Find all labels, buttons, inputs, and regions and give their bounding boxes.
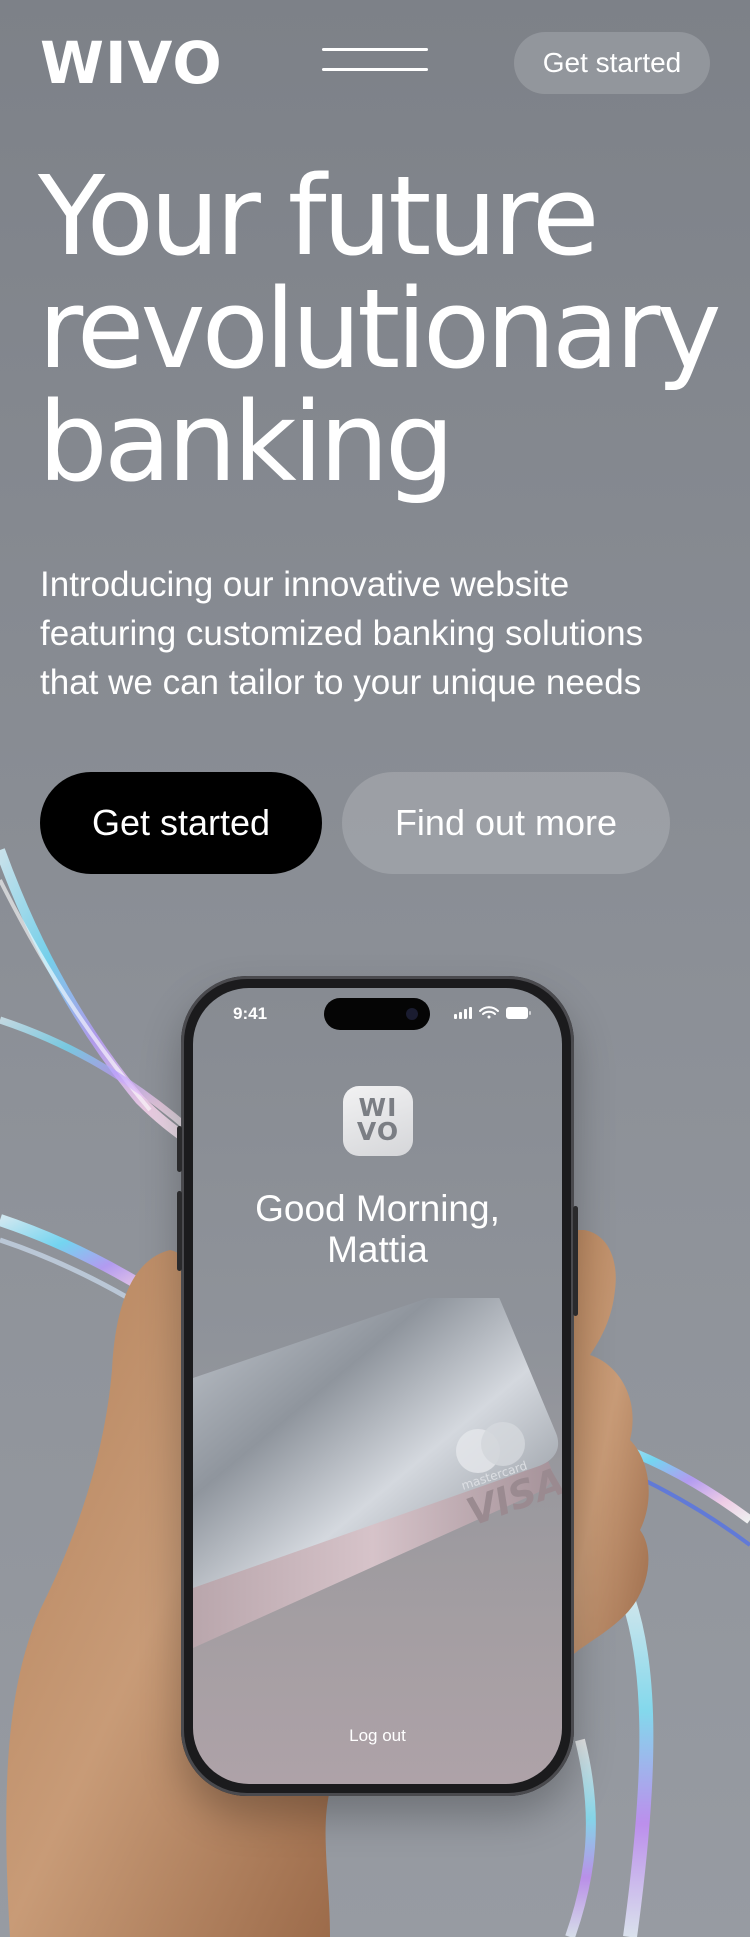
hero-title: Your future revolutionary banking: [38, 152, 722, 506]
landing-page: 9:41 WI VO Good Morning, Mattia VISA mas…: [0, 0, 750, 1937]
wivo-logo[interactable]: WIVO: [40, 30, 223, 96]
greeting-text: Good Morning, Mattia: [255, 1188, 500, 1270]
wivo-app-logo: WI VO: [343, 1086, 413, 1156]
logout-button[interactable]: Log out: [193, 1726, 562, 1746]
hero-description: Introducing our innovative website featu…: [40, 565, 644, 702]
battery-icon: [506, 1007, 531, 1019]
status-icons: [454, 1006, 531, 1019]
phone-screen: 9:41 WI VO Good Morning, Mattia VISA mas…: [193, 988, 562, 1784]
wifi-icon: [479, 1006, 499, 1019]
site-header: WIVO Get started: [0, 0, 750, 130]
find-out-more-button[interactable]: Find out more: [342, 772, 670, 874]
phone-mockup: 9:41 WI VO Good Morning, Mattia VISA mas…: [177, 976, 578, 1796]
dynamic-island: [324, 998, 430, 1030]
status-time: 9:41: [233, 1004, 268, 1023]
signal-icon: [454, 1007, 472, 1019]
hamburger-menu-icon[interactable]: [322, 46, 428, 74]
payment-cards: VISA mastercard: [193, 1298, 562, 1648]
get-started-button[interactable]: Get started: [40, 772, 322, 874]
header-get-started-button[interactable]: Get started: [514, 32, 710, 94]
